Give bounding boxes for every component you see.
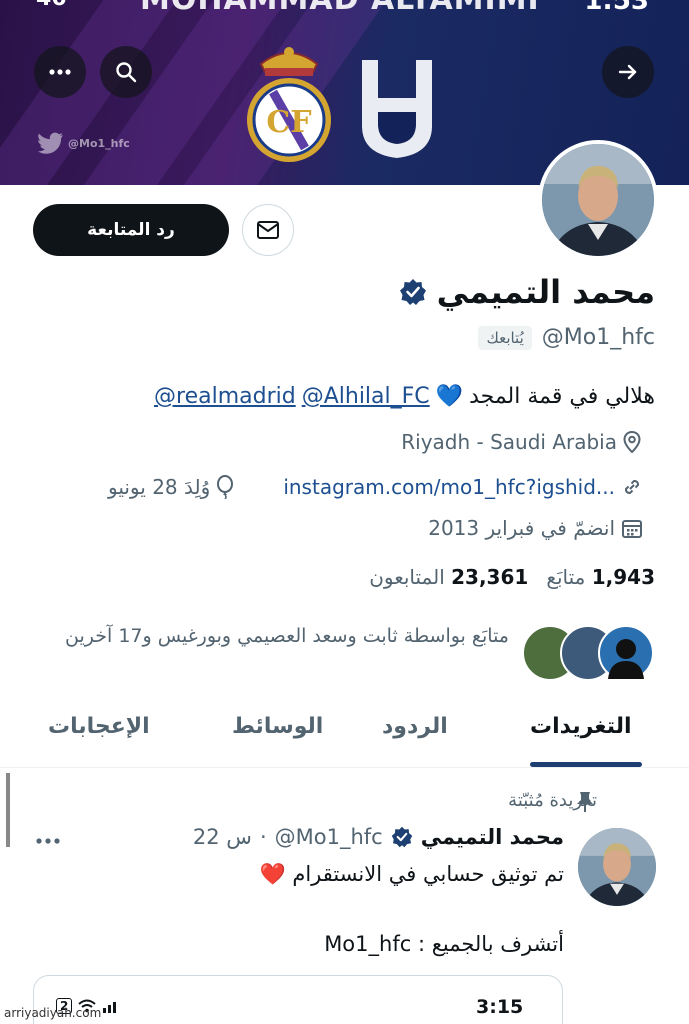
site-watermark: arriyadiyah.com bbox=[4, 1006, 102, 1020]
bio-heart: 💙 bbox=[435, 384, 464, 409]
tweet-time: 22 س bbox=[192, 825, 252, 849]
tab-tweets[interactable]: التغريدات bbox=[530, 714, 632, 739]
link-icon bbox=[624, 479, 640, 495]
tweet-text-1: تم توثيق حسابي في الانستقرام bbox=[292, 862, 564, 886]
search-button[interactable] bbox=[100, 46, 152, 98]
profile-website[interactable]: instagram.com/mo1_hfc?igshid... bbox=[283, 475, 643, 499]
tweet-handle: @Mo1_hfc bbox=[274, 825, 383, 849]
profile-stats: 1,943 متابَع 23,361 المتابعون bbox=[369, 565, 655, 589]
pinned-label: تغريدة مُثبّتة bbox=[508, 790, 597, 811]
status-signal: 46 bbox=[36, 0, 67, 11]
tweet-more-button[interactable] bbox=[35, 826, 61, 851]
profile-tabs: التغريدات الردود الوسائط الإعجابات bbox=[0, 700, 689, 768]
tab-replies[interactable]: الردود bbox=[382, 714, 448, 739]
profile-handle: @Mo1_hfc bbox=[541, 325, 655, 350]
more-button[interactable] bbox=[34, 46, 86, 98]
balloon-icon bbox=[217, 475, 234, 499]
scroll-indicator bbox=[6, 773, 10, 847]
tab-likes[interactable]: الإعجابات bbox=[48, 714, 150, 739]
bird-icon bbox=[38, 132, 63, 154]
followers-label: المتابعون bbox=[369, 565, 445, 589]
calendar-icon bbox=[622, 520, 642, 538]
location-pin-icon bbox=[623, 431, 641, 453]
al-hilal-logo bbox=[362, 60, 432, 158]
bio-text: هلالي في قمة المجد bbox=[469, 384, 655, 409]
tweet-dot: · bbox=[259, 825, 267, 849]
profile-name-row: محمد التميمي bbox=[399, 273, 655, 311]
status-time: 1:53 bbox=[584, 0, 649, 16]
follower-avatar-3 bbox=[598, 625, 654, 681]
profile-joined: انضمّ في فبراير 2013 bbox=[428, 516, 643, 540]
verified-badge-icon bbox=[399, 279, 426, 305]
more-icon bbox=[36, 838, 60, 844]
message-button[interactable] bbox=[242, 204, 294, 256]
display-name: محمد التميمي bbox=[436, 273, 655, 311]
followed-by-avatars[interactable] bbox=[522, 625, 657, 683]
verified-badge-icon bbox=[391, 826, 412, 848]
search-icon bbox=[116, 62, 137, 83]
arrow-right-icon bbox=[618, 64, 637, 80]
active-tab-indicator bbox=[530, 762, 642, 767]
tweet-text-line-2: أتشرف بالجميع : Mo1_hfc bbox=[324, 932, 564, 956]
mention-realmadrid[interactable]: @realmadrid bbox=[154, 384, 296, 409]
birthday-text: وُلِدَ 28 يونيو bbox=[108, 475, 211, 499]
tweet-avatar[interactable] bbox=[578, 828, 656, 906]
profile-avatar[interactable] bbox=[538, 140, 658, 260]
followed-by-text[interactable]: متابَع بواسطة ثابت وسعد العصيمي وبورغيس … bbox=[49, 620, 509, 652]
following-stat[interactable]: 1,943 متابَع bbox=[546, 565, 655, 589]
follow-back-button[interactable]: رد المتابعة bbox=[33, 204, 229, 256]
website-link[interactable]: instagram.com/mo1_hfc?igshid... bbox=[283, 475, 615, 499]
profile-birthday: وُلِدَ 28 يونيو bbox=[108, 475, 234, 499]
followers-count: 23,361 bbox=[451, 565, 529, 589]
real-madrid-logo: CF bbox=[247, 47, 331, 162]
more-icon bbox=[49, 69, 71, 75]
heart-emoji: ❤️ bbox=[259, 862, 286, 886]
following-count: 1,943 bbox=[591, 565, 655, 589]
tweet-avatar-photo bbox=[578, 828, 656, 906]
followers-stat[interactable]: 23,361 المتابعون bbox=[369, 565, 528, 589]
profile-bio: هلالي في قمة المجد 💙 @Alhilal_FC @realma… bbox=[154, 384, 655, 409]
forward-button[interactable] bbox=[602, 46, 654, 98]
mention-alhilal[interactable]: @Alhilal_FC bbox=[302, 384, 430, 409]
follows-you-badge: يُتابعك bbox=[478, 325, 532, 350]
signal-icon bbox=[103, 1002, 117, 1013]
banner-caption: MOHAMMAD ALTAMIMI bbox=[140, 0, 540, 17]
tab-media[interactable]: الوسائط bbox=[232, 714, 323, 739]
tweet-text-line-1: تم توثيق حسابي في الانستقرام ❤️ bbox=[259, 862, 564, 887]
banner-watermark: @Mo1_hfc bbox=[38, 132, 130, 154]
tweet-header: محمد التميمي @Mo1_hfc · 22 س bbox=[193, 825, 564, 849]
avatar-photo bbox=[542, 144, 654, 256]
tweet-author-name[interactable]: محمد التميمي bbox=[421, 825, 564, 849]
joined-text: انضمّ في فبراير 2013 bbox=[428, 516, 615, 540]
embed-time: 3:15 bbox=[476, 996, 524, 1018]
location-text: Riyadh - Saudi Arabia bbox=[401, 430, 617, 454]
banner-watermark-text: @Mo1_hfc bbox=[68, 136, 130, 150]
svg-text:CF: CF bbox=[266, 105, 311, 140]
envelope-icon bbox=[257, 221, 279, 239]
following-label: متابَع bbox=[546, 565, 586, 589]
profile-location: Riyadh - Saudi Arabia bbox=[401, 430, 641, 454]
handle-row: يُتابعك @Mo1_hfc bbox=[478, 325, 655, 350]
